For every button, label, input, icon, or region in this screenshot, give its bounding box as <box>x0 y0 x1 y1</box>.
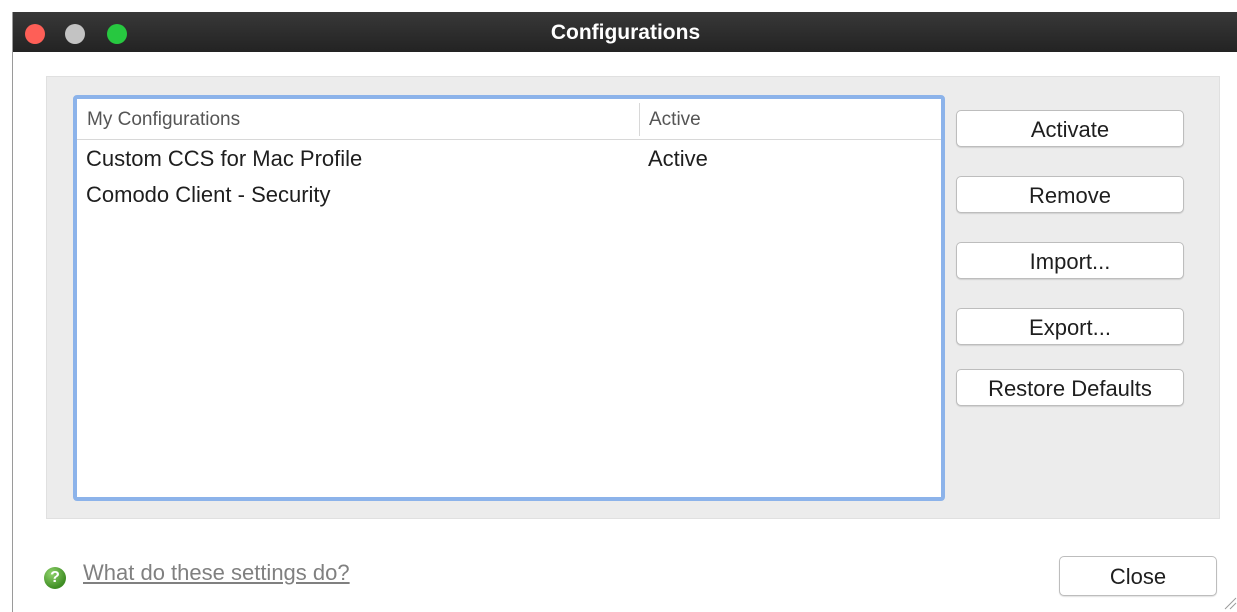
question-icon[interactable]: ? <box>44 567 66 589</box>
window-content: My Configurations Active Custom CCS for … <box>13 52 1237 612</box>
title-bar[interactable]: Configurations <box>13 12 1237 52</box>
activate-button[interactable]: Activate <box>956 110 1184 147</box>
help-link[interactable]: What do these settings do? <box>83 560 350 586</box>
column-header-active[interactable]: Active <box>649 99 701 139</box>
table-row[interactable]: Custom CCS for Mac Profile Active <box>77 141 941 177</box>
configurations-window: Configurations My Configurations Active … <box>12 12 1237 612</box>
import-button[interactable]: Import... <box>956 242 1184 279</box>
column-header-my-configurations[interactable]: My Configurations <box>87 99 240 139</box>
configurations-list[interactable]: My Configurations Active Custom CCS for … <box>73 95 945 501</box>
configuration-name: Custom CCS for Mac Profile <box>86 146 363 171</box>
restore-defaults-button[interactable]: Restore Defaults <box>956 369 1184 406</box>
export-button[interactable]: Export... <box>956 308 1184 345</box>
configuration-active-status: Active <box>648 146 708 171</box>
list-header: My Configurations Active <box>77 99 941 140</box>
close-button[interactable]: Close <box>1059 556 1217 596</box>
configurations-panel: My Configurations Active Custom CCS for … <box>46 76 1220 519</box>
configuration-name: Comodo Client - Security <box>86 182 331 207</box>
resize-grip-icon[interactable] <box>1223 596 1237 610</box>
window-title: Configurations <box>550 21 701 44</box>
remove-button[interactable]: Remove <box>956 176 1184 213</box>
table-row[interactable]: Comodo Client - Security <box>77 177 941 213</box>
column-separator[interactable] <box>639 103 640 136</box>
